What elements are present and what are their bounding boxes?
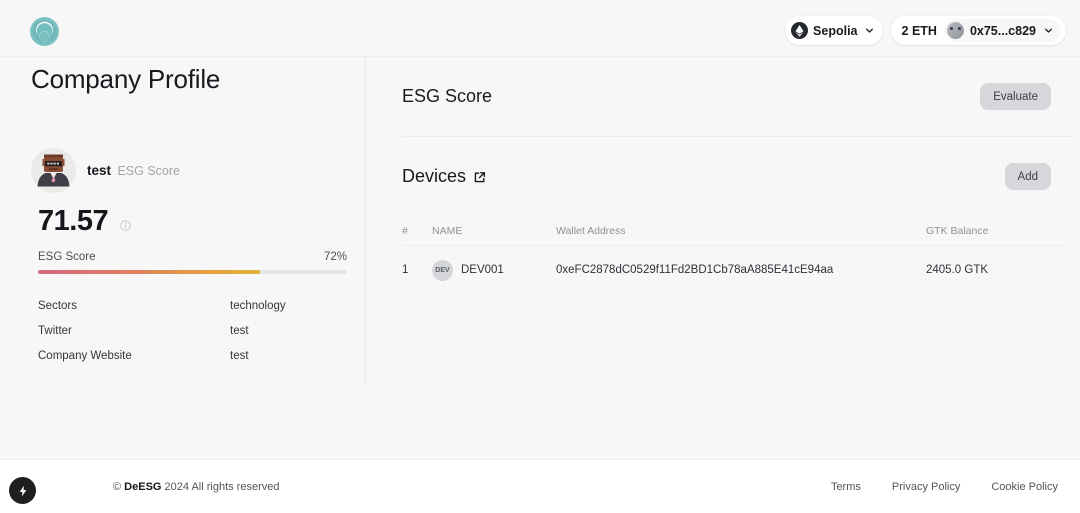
copyright-text: 2024 All rights reserved — [164, 480, 280, 493]
devices-section-title: Devices — [402, 166, 467, 186]
esg-progress-percent: 72% — [323, 251, 347, 263]
profile-fact-key: Twitter — [38, 325, 72, 337]
profile-name-block: test ESG Score — [87, 162, 180, 180]
profile-fact-row: Sectors technology — [38, 300, 347, 325]
device-index: 1 — [402, 264, 409, 276]
wallet-cluster: Sepolia 2 ETH 0x75...c829 — [785, 16, 1066, 45]
footer-link[interactable]: Privacy Policy — [892, 481, 960, 493]
profile-fact-row: Twitter test — [38, 325, 347, 350]
devices-table-column-header: GTK Balance — [926, 224, 989, 237]
devices-table-column-header: # — [402, 224, 408, 237]
esg-progress-label: ESG Score — [38, 251, 96, 263]
profile-fact-value: test — [230, 350, 249, 362]
external-link-icon[interactable] — [473, 171, 486, 184]
devices-table-header: # NAME Wallet Address GTK Balance — [402, 216, 1066, 246]
device-gtk-balance: 2405.0 GTK — [926, 264, 989, 276]
chevron-down-icon — [1044, 26, 1053, 35]
footer-link[interactable]: Cookie Policy — [991, 481, 1058, 493]
profile-name: test — [87, 162, 112, 178]
devices-table-column-header: NAME — [432, 224, 463, 237]
footer-brand: DeESG — [124, 480, 162, 493]
devices-section-header: Devices Add — [366, 137, 1080, 216]
account-address-chip[interactable]: 0x75...c829 — [943, 19, 1061, 42]
account-pill[interactable]: 2 ETH 0x75...c829 — [890, 16, 1066, 45]
account-avatar — [946, 22, 964, 39]
copyright-mark: © — [113, 480, 122, 493]
devices-table: # NAME Wallet Address GTK Balance 1 DEV DEV00… — [402, 216, 1066, 294]
ethereum-icon — [791, 22, 809, 39]
network-label: Sepolia — [813, 23, 858, 38]
devices-section-title-group: Devices — [402, 166, 486, 187]
esg-score-value: 71.57 — [38, 205, 109, 237]
profile-subtitle: ESG Score — [117, 163, 180, 178]
esg-score-section-header: ESG Score Evaluate — [366, 57, 1080, 136]
device-name: DEV001 — [461, 264, 504, 276]
content-panel: ESG Score Evaluate Devices Add # NAME Wall… — [366, 57, 1080, 294]
device-wallet-address: 0xeFC2878dC0529f11Fd2BD1Cb78aA885E41cE94… — [556, 264, 834, 276]
network-selector[interactable]: Sepolia — [785, 16, 883, 45]
esg-score-display: 71.57 — [38, 205, 131, 238]
device-name-cell: DEV DEV001 — [432, 259, 556, 281]
profile-facts: Sectors technology Twitter test Company Webs… — [38, 300, 347, 375]
chevron-down-icon — [865, 26, 874, 35]
profile-identity: test ESG Score — [31, 148, 180, 193]
esg-progress-fill — [38, 270, 261, 274]
footer-links: Terms Privacy Policy Cookie Policy — [831, 481, 1058, 493]
profile-fact-row: Company Website test — [38, 350, 347, 375]
lightning-bolt-icon[interactable] — [9, 477, 36, 504]
copyright: © DeESG 2024 All rights reserved — [113, 481, 279, 493]
profile-panel: test ESG Score 71.57 ESG Score 72% Secto… — [0, 0, 365, 513]
device-chip-icon: DEV — [432, 259, 453, 281]
info-icon[interactable] — [120, 219, 131, 231]
table-row[interactable]: 1 DEV DEV001 0xeFC2878dC0529f11Fd2BD1Cb78aA… — [402, 246, 1066, 294]
app-root: Sepolia 2 ETH 0x75...c829 Company Profil… — [0, 0, 1080, 513]
footer-link[interactable]: Terms — [831, 481, 861, 493]
eth-balance: 2 ETH — [901, 23, 937, 38]
profile-fact-key: Sectors — [38, 300, 77, 312]
esg-progress-track — [38, 270, 347, 274]
esg-progress-labels: ESG Score 72% — [38, 251, 347, 263]
esg-section-title: ESG Score — [402, 86, 493, 106]
profile-fact-value: test — [230, 325, 249, 337]
account-address: 0x75...c829 — [969, 23, 1036, 38]
add-device-button[interactable]: Add — [1004, 163, 1051, 190]
pixel-avatar — [31, 148, 76, 193]
evaluate-button[interactable]: Evaluate — [980, 83, 1051, 110]
footer: © DeESG 2024 All rights reserved Terms Pr… — [0, 459, 1080, 513]
devices-table-column-header: Wallet Address — [556, 224, 626, 237]
esg-progress: ESG Score 72% — [38, 251, 347, 274]
devices-table-body: 1 DEV DEV001 0xeFC2878dC0529f11Fd2BD1Cb78aA… — [402, 246, 1066, 294]
profile-fact-value: technology — [230, 300, 286, 312]
profile-fact-key: Company Website — [38, 350, 132, 362]
